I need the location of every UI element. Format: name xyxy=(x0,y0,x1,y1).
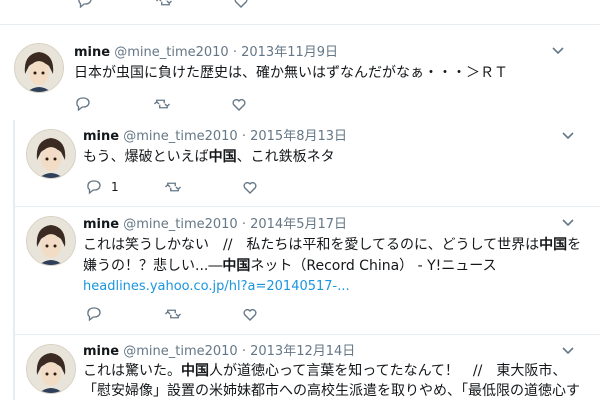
tweet-4[interactable]: mine @mine_time2010 · 2013年12月14日 これは驚いた… xyxy=(15,335,600,400)
user-handle[interactable]: @mine_time2010 xyxy=(123,344,237,359)
reply-icon xyxy=(78,0,92,9)
separator-dot: · xyxy=(232,45,237,60)
text-segment: これは驚いた。 xyxy=(83,363,181,379)
avatar-image xyxy=(15,44,63,92)
tweet-1[interactable]: mine @mine_time2010 · 2013年11月9日 日本が虫国に負… xyxy=(0,25,600,120)
action-bar xyxy=(85,305,259,323)
user-handle[interactable]: @mine_time2010 xyxy=(123,129,237,144)
avatar[interactable] xyxy=(26,129,76,179)
retweet-button[interactable] xyxy=(163,305,241,323)
retweet-button[interactable] xyxy=(154,0,232,10)
chevron-down-icon[interactable] xyxy=(561,215,575,232)
display-name[interactable]: mine xyxy=(83,344,119,359)
like-button[interactable] xyxy=(241,305,259,323)
like-button[interactable] xyxy=(241,178,259,196)
action-bar: 1 xyxy=(85,178,259,196)
text-segment: もう、爆破といえば xyxy=(83,149,209,165)
like-icon xyxy=(243,308,257,321)
retweet-button[interactable] xyxy=(163,178,241,196)
reply-button[interactable] xyxy=(74,95,152,113)
separator-dot: · xyxy=(241,129,246,144)
chevron-down-icon[interactable] xyxy=(561,343,575,360)
separator-dot: · xyxy=(241,344,246,359)
highlight-term: 中国 xyxy=(222,258,251,274)
chevron-down-icon[interactable] xyxy=(551,43,565,60)
tweet-date[interactable]: 2014年5月17日 xyxy=(250,217,347,232)
avatar-image xyxy=(27,130,75,178)
chevron-down-icon[interactable] xyxy=(561,128,575,145)
tweet-text-line-1: これは驚いた。中国人が道徳心って言葉を知ってたなんて！ // 東大阪市、 xyxy=(83,361,566,381)
text-segment: ネット（Record China） - Y!ニュース xyxy=(250,258,497,274)
reply-button[interactable] xyxy=(76,0,154,10)
avatar[interactable] xyxy=(26,344,76,394)
action-bar xyxy=(74,95,248,113)
retweet-button[interactable] xyxy=(152,95,230,113)
avatar[interactable] xyxy=(14,43,64,93)
tweet-2[interactable]: mine @mine_time2010 · 2015年8月13日 もう、爆破とい… xyxy=(15,120,600,206)
reply-icon xyxy=(76,97,90,112)
like-icon xyxy=(243,181,257,194)
tweet-text-line-2: 嫌うの！？悲しい...―中国ネット（Record China） - Y!ニュース xyxy=(83,256,497,276)
tweet-date[interactable]: 2015年8月13日 xyxy=(250,129,347,144)
user-handle[interactable]: @mine_time2010 xyxy=(123,217,237,232)
tweet-link[interactable]: headlines.yahoo.co.jp/hl?a=20140517-... xyxy=(83,277,350,297)
separator-dot: · xyxy=(241,217,246,232)
retweet-icon xyxy=(156,0,172,6)
avatar[interactable] xyxy=(26,216,76,266)
retweet-icon xyxy=(165,182,181,192)
action-bar-top xyxy=(76,0,250,10)
text-segment: 嫌うの！？悲しい...― xyxy=(83,258,223,274)
text-segment: 人が道徳心って言葉を知ってたなんて！ // 東大阪市、 xyxy=(209,363,567,379)
display-name[interactable]: mine xyxy=(83,217,119,232)
tweet-header: mine @mine_time2010 · 2014年5月17日 xyxy=(83,217,347,233)
like-icon xyxy=(234,0,248,8)
tweet-text: 日本が虫国に負けた歴史は、確か無いはずなんだがなぁ・・・＞ＲＴ xyxy=(74,65,508,81)
tweet-date[interactable]: 2013年12月14日 xyxy=(250,344,355,359)
reply-icon xyxy=(87,307,101,322)
tweet-text-line-1: これは笑うしかない // 私たちは平和を愛してるのに、どうして世界は中国を xyxy=(83,235,581,255)
display-name[interactable]: mine xyxy=(74,45,110,60)
highlight-term: 中国 xyxy=(208,149,237,165)
reply-button[interactable] xyxy=(85,305,163,323)
tweet-header: mine @mine_time2010 · 2013年12月14日 xyxy=(83,344,355,360)
tweet-text: もう、爆破といえば中国、これ鉄板ネタ xyxy=(83,147,335,167)
avatar-image xyxy=(27,217,75,265)
like-button[interactable] xyxy=(230,95,248,113)
tweet-header: mine @mine_time2010 · 2013年11月9日 xyxy=(74,45,338,61)
reply-button[interactable]: 1 xyxy=(85,178,163,196)
text-segment: 、これ鉄板ネタ xyxy=(236,149,335,165)
tweet-header: mine @mine_time2010 · 2015年8月13日 xyxy=(83,129,347,145)
text-segment: これは笑うしかない // 私たちは平和を愛してるのに、どうして世界は xyxy=(83,237,540,253)
tweet-3[interactable]: mine @mine_time2010 · 2014年5月17日 これは笑うしか… xyxy=(15,207,600,335)
like-button[interactable] xyxy=(232,0,250,10)
tweet-date[interactable]: 2013年11月9日 xyxy=(241,45,338,60)
retweet-icon xyxy=(154,99,170,109)
highlight-term: 中国 xyxy=(539,237,568,253)
user-handle[interactable]: @mine_time2010 xyxy=(114,45,228,60)
display-name[interactable]: mine xyxy=(83,129,119,144)
retweet-icon xyxy=(165,309,181,319)
highlight-term: 中国 xyxy=(181,363,209,379)
avatar-image xyxy=(27,345,75,393)
reply-icon xyxy=(87,180,101,195)
tweet-text-line-2: 「慰安婦像」設置の米姉妹都市への高校生派遣を取りやめ、「最低限の道徳心す xyxy=(83,383,580,399)
reply-count: 1 xyxy=(111,180,119,194)
text-segment: を xyxy=(567,237,582,253)
like-icon xyxy=(232,98,246,111)
